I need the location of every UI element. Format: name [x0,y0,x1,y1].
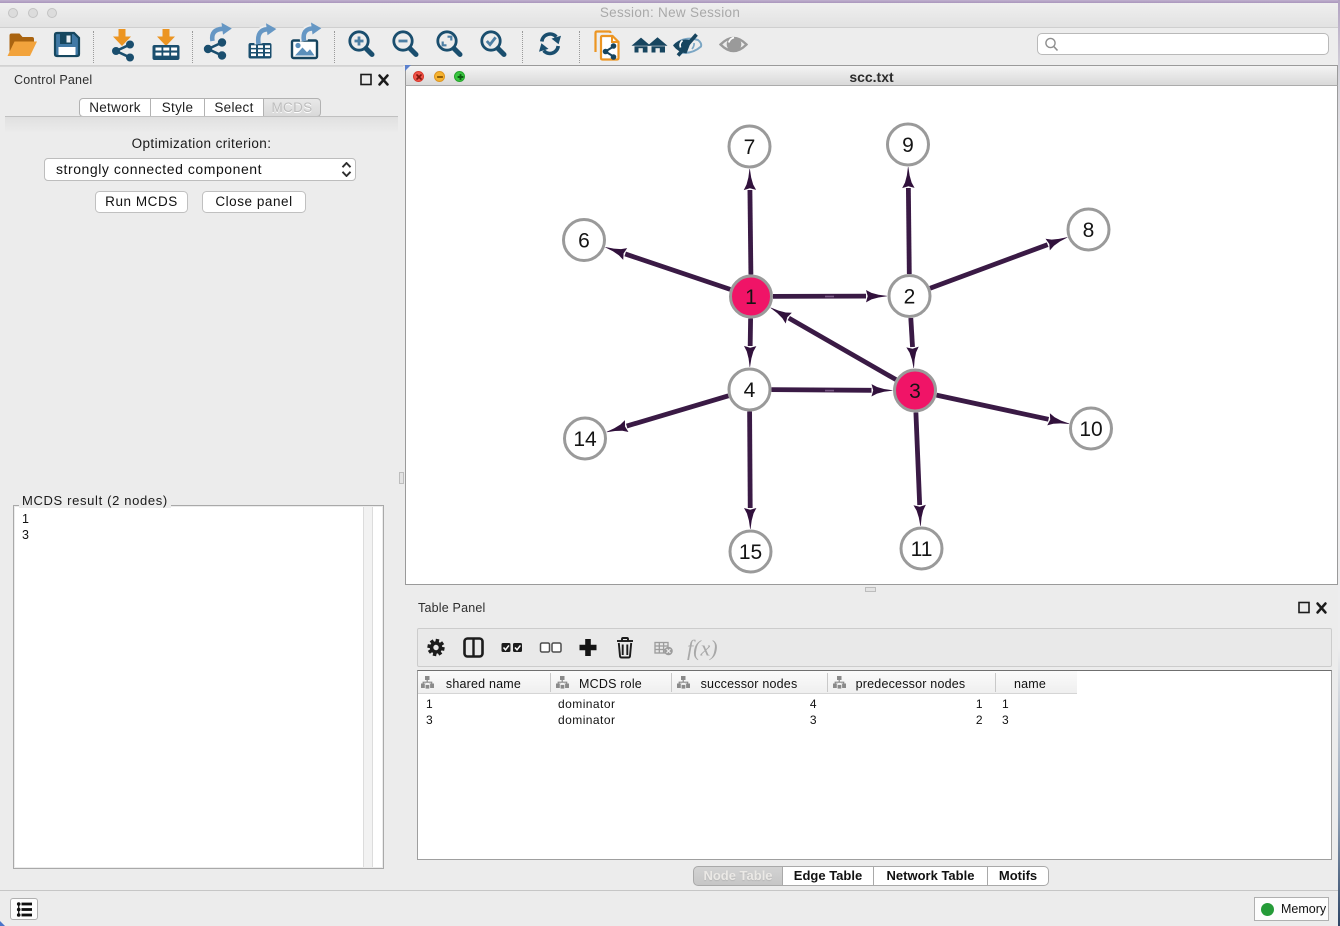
svg-text:15: 15 [739,541,762,564]
svg-text:14: 14 [573,428,597,451]
svg-text:6: 6 [578,230,590,253]
svg-text:7: 7 [744,136,756,159]
svg-text:1: 1 [745,286,757,309]
svg-text:4: 4 [744,379,756,402]
svg-text:8: 8 [1083,219,1095,242]
svg-text:10: 10 [1079,418,1102,441]
svg-text:11: 11 [911,538,933,561]
svg-text:9: 9 [902,134,914,157]
svg-text:2: 2 [904,286,916,309]
svg-text:f(x): f(x) [687,636,718,661]
svg-text:3: 3 [909,380,921,403]
